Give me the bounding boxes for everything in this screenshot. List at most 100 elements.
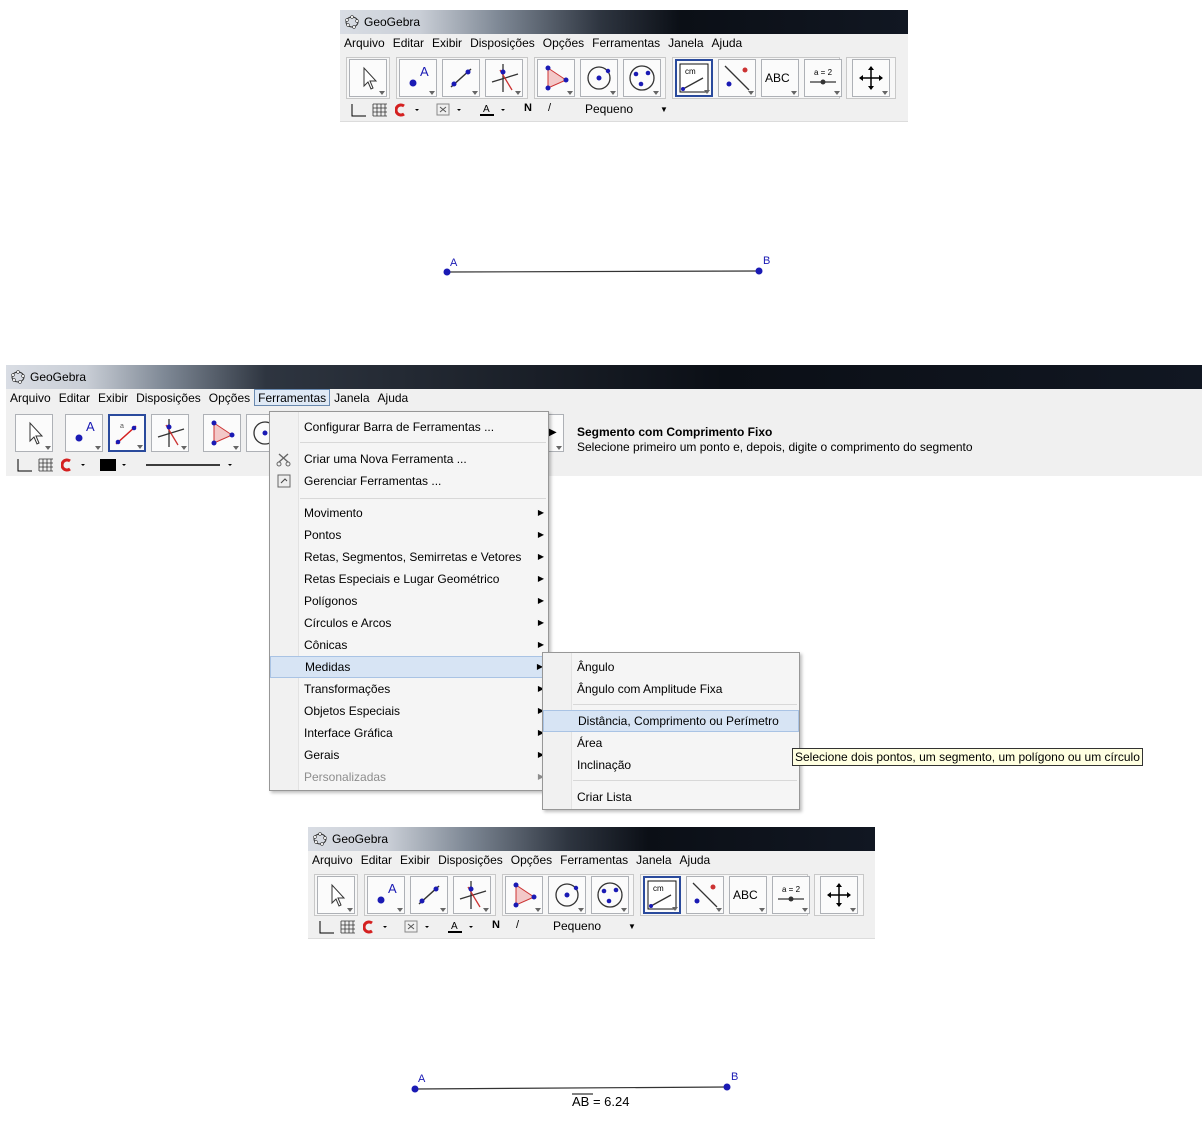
text-color-icon[interactable]: A	[478, 102, 512, 118]
menu-item-angulo-amplitude-fixa[interactable]: Ângulo com Amplitude Fixa	[543, 678, 799, 700]
menu-janela[interactable]: Janela	[632, 851, 675, 867]
menu-exibir[interactable]: Exibir	[94, 389, 132, 405]
menu-item-criar-lista[interactable]: Criar Lista	[543, 786, 799, 808]
menu-ferramentas[interactable]: Ferramentas	[588, 34, 664, 50]
italic-button[interactable]: /	[548, 102, 551, 114]
menu-ajuda[interactable]: Ajuda	[708, 34, 747, 50]
menu-item-circulos[interactable]: Círculos e Arcos ▶	[270, 612, 548, 634]
font-size-dropdown-arrow-icon[interactable]: ▼	[660, 105, 668, 114]
line-tool-button[interactable]	[442, 59, 480, 97]
move-tool-button[interactable]	[349, 59, 387, 97]
point-style-icon[interactable]	[403, 919, 437, 935]
menu-editar[interactable]: Editar	[357, 851, 396, 867]
circle-tool-button[interactable]	[548, 876, 586, 914]
menu-item-distancia[interactable]: Distância, Comprimento ou Perímetro	[543, 710, 799, 732]
menu-disposicoes[interactable]: Disposições	[466, 34, 539, 50]
menu-item-gerais[interactable]: Gerais ▶	[270, 744, 548, 766]
point-tool-button[interactable]: A	[367, 876, 405, 914]
point-tool-button[interactable]: A	[399, 59, 437, 97]
menu-disposicoes[interactable]: Disposições	[132, 389, 205, 405]
circle-tool-button[interactable]	[246, 414, 277, 452]
menu-item-conicas[interactable]: Cônicas ▶	[270, 634, 548, 656]
menu-arquivo[interactable]: Arquivo	[340, 34, 389, 50]
menu-janela[interactable]: Janela	[664, 34, 707, 50]
perpendicular-tool-button[interactable]	[485, 59, 523, 97]
axes-icon[interactable]	[348, 102, 368, 118]
grid-icon[interactable]	[339, 919, 357, 935]
menu-arquivo[interactable]: Arquivo	[6, 389, 55, 405]
menu-exibir[interactable]: Exibir	[396, 851, 434, 867]
italic-button[interactable]: /	[516, 919, 519, 931]
text-tool-button[interactable]: ABC	[761, 59, 799, 97]
reflect-tool-button[interactable]	[686, 876, 724, 914]
grid-icon[interactable]	[371, 102, 389, 118]
font-size-select[interactable]: Pequeno	[585, 102, 633, 116]
circle-three-points-tool-button[interactable]	[623, 59, 661, 97]
menu-item-pontos[interactable]: Pontos ▶	[270, 524, 548, 546]
menu-editar[interactable]: Editar	[55, 389, 94, 405]
text-tool-button[interactable]: ABC	[729, 876, 767, 914]
circle-tool-button[interactable]	[580, 59, 618, 97]
menu-item-create-tool[interactable]: Criar uma Nova Ferramenta ...	[270, 448, 548, 470]
grid-icon[interactable]	[37, 457, 55, 473]
slider-tool-button[interactable]: a = 2	[804, 59, 842, 97]
bold-button[interactable]: N	[524, 102, 532, 114]
polygon-tool-button[interactable]	[537, 59, 575, 97]
point-b[interactable]	[755, 267, 763, 275]
menu-opcoes[interactable]: Opções	[205, 389, 254, 405]
menu-item-configure-toolbar[interactable]: Configurar Barra de Ferramentas ...	[270, 416, 548, 438]
menu-item-movimento[interactable]: Movimento ▶	[270, 502, 548, 524]
magnet-snap-icon[interactable]	[61, 457, 87, 473]
text-color-icon[interactable]: A	[446, 919, 480, 935]
font-size-dropdown-arrow-icon[interactable]: ▼	[628, 922, 636, 931]
menu-item-area[interactable]: Área	[543, 732, 799, 754]
menu-item-angulo[interactable]: Ângulo	[543, 656, 799, 678]
menu-item-medidas[interactable]: Medidas ▶	[270, 656, 548, 678]
point-tool-button[interactable]: A	[65, 414, 103, 452]
color-picker-icon[interactable]	[98, 457, 132, 473]
menu-exibir[interactable]: Exibir	[428, 34, 466, 50]
menu-item-transformacoes[interactable]: Transformações ▶	[270, 678, 548, 700]
perpendicular-tool-button[interactable]	[151, 414, 189, 452]
bold-button[interactable]: N	[492, 919, 500, 931]
segment-fixed-length-tool-button[interactable]: a	[108, 414, 146, 452]
axes-icon[interactable]	[316, 919, 336, 935]
graphics-view[interactable]: A B AB = 6.24	[308, 939, 875, 1133]
move-tool-button[interactable]	[317, 876, 355, 914]
menu-ajuda[interactable]: Ajuda	[676, 851, 715, 867]
axes-icon[interactable]	[14, 457, 34, 473]
point-a[interactable]	[411, 1085, 419, 1093]
segment-fixed-length-tool-button[interactable]: cm	[643, 876, 681, 914]
menu-ferramentas[interactable]: Ferramentas	[556, 851, 632, 867]
menu-ajuda[interactable]: Ajuda	[374, 389, 413, 405]
menu-disposicoes[interactable]: Disposições	[434, 851, 507, 867]
magnet-snap-icon[interactable]	[363, 919, 389, 935]
menu-item-retas[interactable]: Retas, Segmentos, Semirretas e Vetores ▶	[270, 546, 548, 568]
menu-item-poligonos[interactable]: Polígonos ▶	[270, 590, 548, 612]
segment-fixed-length-tool-button[interactable]: cm	[675, 59, 713, 97]
move-view-tool-button[interactable]	[820, 876, 858, 914]
menu-ferramentas[interactable]: Ferramentas	[254, 389, 331, 406]
reflect-tool-button[interactable]	[718, 59, 756, 97]
perpendicular-tool-button[interactable]	[453, 876, 491, 914]
slider-tool-button[interactable]: a = 2	[772, 876, 810, 914]
menu-item-objetos-especiais[interactable]: Objetos Especiais ▶	[270, 700, 548, 722]
line-style-icon[interactable]	[144, 457, 240, 473]
menu-item-retas-especiais[interactable]: Retas Especiais e Lugar Geométrico ▶	[270, 568, 548, 590]
menu-item-interface-grafica[interactable]: Interface Gráfica ▶	[270, 722, 548, 744]
magnet-snap-icon[interactable]	[395, 102, 421, 118]
point-a[interactable]	[443, 268, 451, 276]
graphics-view[interactable]: A B	[340, 122, 908, 347]
line-tool-button[interactable]	[410, 876, 448, 914]
point-style-icon[interactable]	[435, 102, 469, 118]
polygon-tool-button[interactable]	[203, 414, 241, 452]
menu-editar[interactable]: Editar	[389, 34, 428, 50]
menu-opcoes[interactable]: Opções	[539, 34, 588, 50]
move-view-tool-button[interactable]	[852, 59, 890, 97]
menu-item-inclinacao[interactable]: Inclinação	[543, 754, 799, 776]
menu-arquivo[interactable]: Arquivo	[308, 851, 357, 867]
polygon-tool-button[interactable]	[505, 876, 543, 914]
menu-item-manage-tools[interactable]: Gerenciar Ferramentas ...	[270, 470, 548, 492]
circle-three-points-tool-button[interactable]	[591, 876, 629, 914]
point-b[interactable]	[723, 1083, 731, 1091]
